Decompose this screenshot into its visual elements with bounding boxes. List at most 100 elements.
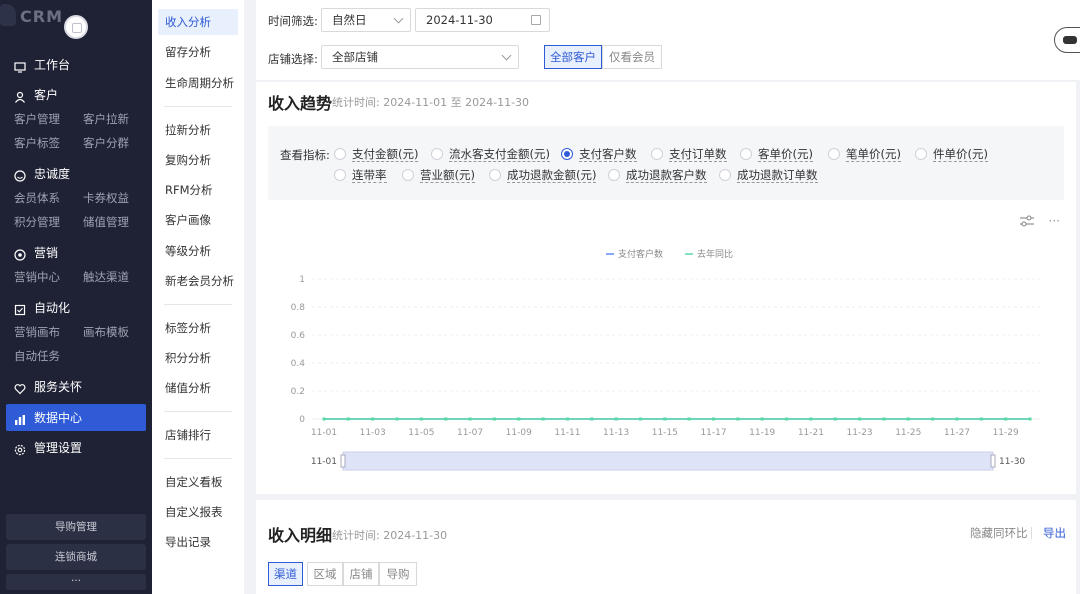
radio-icon xyxy=(740,148,752,160)
sidebar-group-label: 工作台 xyxy=(34,58,71,72)
sidebar-item-marketing-canvas[interactable]: 营销画布 xyxy=(14,323,60,341)
chain-mall-button[interactable]: 连锁商城 xyxy=(6,544,146,570)
series-point xyxy=(395,417,399,421)
store-select[interactable]: 全部店铺 xyxy=(321,45,519,69)
x-tick-label: 11-21 xyxy=(798,428,824,438)
sidebar-item-coupons[interactable]: 卡券权益 xyxy=(83,189,129,207)
secondary-menu: 收入分析 留存分析 生命周期分析 拉新分析 复购分析 RFM分析 客户画像 等级… xyxy=(152,0,244,594)
sidebar-item-member-system[interactable]: 会员体系 xyxy=(14,189,60,207)
submenu-divider xyxy=(164,458,232,459)
series-point xyxy=(809,417,813,421)
metric-radio-refund-amount[interactable]: 成功退款金额(元) xyxy=(489,167,597,183)
radio-icon xyxy=(915,148,927,160)
sidebar-item-points[interactable]: 积分管理 xyxy=(14,213,60,231)
series-point xyxy=(565,417,569,421)
submenu-stored-value-analysis[interactable]: 储值分析 xyxy=(158,375,238,401)
sidebar-group-service-care[interactable]: 服务关怀 xyxy=(14,377,82,397)
submenu-lifecycle-analysis[interactable]: 生命周期分析 xyxy=(158,70,238,96)
submenu-custom-dashboard[interactable]: 自定义看板 xyxy=(158,469,238,495)
detail-tab-store[interactable]: 店铺 xyxy=(343,562,379,586)
more-button[interactable]: ··· xyxy=(6,574,146,590)
revenue-trend-chart: 支付客户数 去年同比 0 0.2 0.4 0.6 0.8 1 11-01 11-03 11-05… xyxy=(291,248,1040,471)
metric-radio-turnover[interactable]: 营业额(元) xyxy=(402,167,475,183)
sidebar-group-marketing[interactable]: 营销 xyxy=(14,243,58,263)
segment-members-only[interactable]: 仅看会员 xyxy=(602,45,662,69)
automation-icon xyxy=(14,302,26,316)
sidebar-item-customer-manage[interactable]: 客户管理 xyxy=(14,110,60,128)
sidebar-item-customer-segments[interactable]: 客户分群 xyxy=(83,134,129,152)
hide-comparison-toggle[interactable]: 隐藏同环比 xyxy=(970,525,1028,541)
submenu-repurchase-analysis[interactable]: 复购分析 xyxy=(158,147,238,173)
detail-tab-region[interactable]: 区域 xyxy=(307,562,343,586)
metric-radio-refund-orders[interactable]: 成功退款订单数 xyxy=(719,167,818,183)
detail-tab-channel[interactable]: 渠道 xyxy=(268,562,303,586)
sidebar-group-label: 服务关怀 xyxy=(34,380,83,394)
metric-option-label: 支付订单数 xyxy=(669,146,727,162)
submenu-divider xyxy=(164,106,232,107)
metric-option-label: 流水客支付金额(元) xyxy=(449,146,550,162)
sidebar-group-data-center[interactable]: 数据中心 xyxy=(14,408,82,428)
metric-radio-customer-price[interactable]: 客单价(元) xyxy=(740,146,813,162)
submenu-store-ranking[interactable]: 店铺排行 xyxy=(158,422,238,448)
sidebar-group-loyalty[interactable]: 忠诚度 xyxy=(14,164,70,184)
metric-radio-pay-orders[interactable]: 支付订单数 xyxy=(651,146,727,162)
sidebar-group-automation[interactable]: 自动化 xyxy=(14,298,70,318)
submenu-retention-analysis[interactable]: 留存分析 xyxy=(158,39,238,65)
x-tick-label: 11-01 xyxy=(311,428,337,438)
robot-assistant-icon[interactable] xyxy=(1054,27,1080,53)
metric-radio-pay-amount[interactable]: 支付金额(元) xyxy=(334,146,419,162)
date-picker[interactable]: 2024-11-30 xyxy=(415,8,550,32)
series-point xyxy=(371,417,375,421)
metric-radio-item-price[interactable]: 件单价(元) xyxy=(915,146,988,162)
submenu-tag-analysis[interactable]: 标签分析 xyxy=(158,315,238,341)
logo-figure-icon xyxy=(0,4,16,26)
time-filter-label: 时间筛选: xyxy=(268,14,318,28)
guide-manage-button[interactable]: 导购管理 xyxy=(6,514,146,540)
radio-icon xyxy=(651,148,663,160)
chevron-down-icon xyxy=(393,13,404,24)
metric-radio-walkin-pay-amount[interactable]: 流水客支付金额(元) xyxy=(431,146,550,162)
chart-tools: ··· xyxy=(1019,214,1060,231)
series-point xyxy=(1028,417,1032,421)
submenu-export-records[interactable]: 导出记录 xyxy=(158,529,238,555)
time-type-select[interactable]: 自然日 xyxy=(321,8,411,32)
metric-radio-pay-customers[interactable]: 支付客户数 xyxy=(561,146,637,162)
sidebar-group-label: 客户 xyxy=(34,88,59,102)
series-point xyxy=(882,417,886,421)
primary-sidebar: CRM 工作台 客户 客户管理 客户拉新 客户标签 客户分群 忠诚度 会员体系 … xyxy=(0,0,152,594)
metric-radio-refund-customers[interactable]: 成功退款客户数 xyxy=(608,167,707,183)
avatar[interactable] xyxy=(64,15,88,39)
export-link[interactable]: 导出 xyxy=(1043,525,1066,541)
sidebar-group-customer[interactable]: 客户 xyxy=(14,85,58,105)
sidebar-group-settings[interactable]: 管理设置 xyxy=(14,438,82,458)
sidebar-item-customer-tags[interactable]: 客户标签 xyxy=(14,134,60,152)
radio-selected-icon xyxy=(561,148,573,160)
x-tick-label: 11-07 xyxy=(457,428,483,438)
submenu-rfm-analysis[interactable]: RFM分析 xyxy=(158,177,238,203)
submenu-revenue-analysis[interactable]: 收入分析 xyxy=(158,9,238,35)
x-tick-label: 11-11 xyxy=(554,428,580,438)
submenu-custom-report[interactable]: 自定义报表 xyxy=(158,499,238,525)
sidebar-item-marketing-center[interactable]: 营销中心 xyxy=(14,268,60,286)
submenu-new-old-member-analysis[interactable]: 新老会员分析 xyxy=(158,268,238,294)
submenu-acquisition-analysis[interactable]: 拉新分析 xyxy=(158,117,238,143)
filter-settings-icon[interactable] xyxy=(1019,214,1035,231)
sidebar-item-reach-channels[interactable]: 触达渠道 xyxy=(83,268,129,286)
metric-radio-order-price[interactable]: 笔单价(元) xyxy=(828,146,901,162)
metric-radio-attach-rate[interactable]: 连带率 xyxy=(334,167,387,183)
more-icon[interactable]: ··· xyxy=(1049,214,1060,231)
sidebar-item-customer-acquire[interactable]: 客户拉新 xyxy=(83,110,129,128)
sidebar-item-canvas-templates[interactable]: 画布模板 xyxy=(83,323,129,341)
sidebar-group-workbench[interactable]: 工作台 xyxy=(14,55,70,75)
submenu-customer-portrait[interactable]: 客户画像 xyxy=(158,207,238,233)
series-point xyxy=(346,417,350,421)
series-point xyxy=(955,417,959,421)
detail-tab-guide[interactable]: 导购 xyxy=(379,562,417,586)
segment-all-customers[interactable]: 全部客户 xyxy=(544,45,602,69)
sidebar-item-auto-tasks[interactable]: 自动任务 xyxy=(14,347,60,365)
sidebar-group-label: 自动化 xyxy=(34,301,71,315)
sidebar-item-stored-value[interactable]: 储值管理 xyxy=(83,213,129,231)
submenu-points-analysis[interactable]: 积分分析 xyxy=(158,345,238,371)
range-slider[interactable]: 11-01 11-30 xyxy=(311,451,1026,471)
submenu-level-analysis[interactable]: 等级分析 xyxy=(158,238,238,264)
